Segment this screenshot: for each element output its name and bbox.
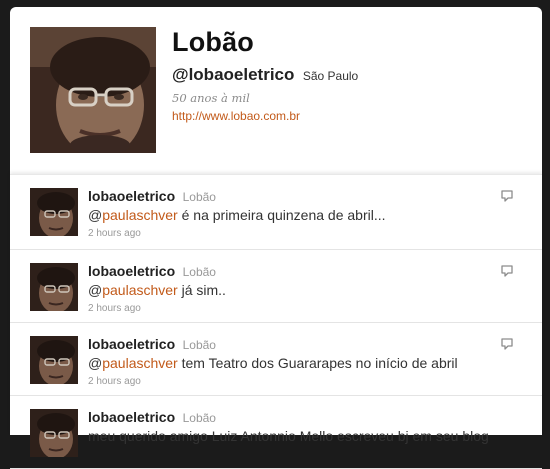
- tweet-fullname: Lobão: [182, 265, 216, 279]
- profile-name: Lobão: [172, 27, 254, 57]
- mention-link[interactable]: paulaschver: [102, 207, 178, 223]
- mention-prefix: @: [88, 355, 103, 371]
- mention-prefix: @: [88, 282, 103, 298]
- tweet-username[interactable]: lobaoeletrico: [88, 188, 175, 204]
- tweet-avatar[interactable]: [30, 336, 78, 384]
- tweet-text: meu querido amigo Luiz Antonnio Mello es…: [88, 427, 502, 445]
- tweet-body: lobaoeletrico Lobão @paulaschver já sim.…: [88, 263, 502, 316]
- tweet-text-content: já sim..: [177, 282, 226, 298]
- mention-link[interactable]: paulaschver: [102, 355, 178, 371]
- tweet-text-content: é na primeira quinzena de abril...: [177, 207, 386, 223]
- tweet-username[interactable]: lobaoeletrico: [88, 409, 175, 425]
- profile-handle-row: @lobaoeletrico São Paulo: [172, 64, 532, 87]
- profile-photo-icon: [30, 188, 78, 236]
- tweet-text: @paulaschver já sim..: [88, 281, 502, 299]
- tweet-timeline: lobaoeletrico Lobão @paulaschver é na pr…: [10, 174, 542, 469]
- tweet-timestamp[interactable]: 2 hours ago: [88, 302, 502, 316]
- tweet-avatar[interactable]: [30, 409, 78, 457]
- profile-photo-icon: [30, 409, 78, 457]
- profile-location: São Paulo: [302, 69, 359, 83]
- tweet-item: lobaoeletrico Lobão meu querido amigo Lu…: [10, 396, 542, 469]
- profile-avatar[interactable]: [30, 27, 156, 153]
- profile-photo-icon: [30, 27, 156, 153]
- tweet-header: lobaoeletrico Lobão: [88, 263, 502, 280]
- tweet-item: lobaoeletrico Lobão @paulaschver já sim.…: [10, 250, 542, 323]
- profile-photo-icon: [30, 263, 78, 311]
- tweet-text-content: meu querido amigo Luiz Antonnio Mello es…: [88, 428, 489, 444]
- tweet-avatar[interactable]: [30, 263, 78, 311]
- mention-link[interactable]: paulaschver: [102, 282, 178, 298]
- tweet-text-content: tem Teatro dos Guararapes no início de a…: [177, 355, 458, 371]
- tweet-fullname: Lobão: [182, 411, 216, 425]
- mention-prefix: @: [88, 207, 103, 223]
- tweet-item: lobaoeletrico Lobão @paulaschver tem Tea…: [10, 323, 542, 396]
- tweet-text: @paulaschver é na primeira quinzena de a…: [88, 206, 502, 224]
- reply-icon[interactable]: [500, 264, 514, 278]
- tweet-timestamp[interactable]: 2 hours ago: [88, 227, 502, 241]
- tweet-header: lobaoeletrico Lobão: [88, 188, 502, 205]
- profile-card: Lobão @lobaoeletrico São Paulo 50 anos à…: [10, 7, 542, 179]
- profile-photo-icon: [30, 336, 78, 384]
- tweet-item: lobaoeletrico Lobão @paulaschver é na pr…: [10, 175, 542, 250]
- tweet-username[interactable]: lobaoeletrico: [88, 263, 175, 279]
- tweet-fullname: Lobão: [182, 338, 216, 352]
- reply-icon[interactable]: [500, 337, 514, 351]
- profile-url-link[interactable]: http://www.lobao.com.br: [172, 108, 300, 124]
- tweet-body: lobaoeletrico Lobão @paulaschver é na pr…: [88, 188, 502, 241]
- tweet-header: lobaoeletrico Lobão: [88, 409, 502, 426]
- reply-icon[interactable]: [500, 189, 514, 203]
- tweet-avatar[interactable]: [30, 188, 78, 236]
- tweet-body: lobaoeletrico Lobão @paulaschver tem Tea…: [88, 336, 502, 389]
- tweet-timestamp[interactable]: 2 hours ago: [88, 375, 502, 389]
- tweet-header: lobaoeletrico Lobão: [88, 336, 502, 353]
- profile-bio: 50 anos à mil: [172, 91, 250, 105]
- tweet-body: lobaoeletrico Lobão meu querido amigo Lu…: [88, 409, 502, 448]
- profile-info: Lobão @lobaoeletrico São Paulo 50 anos à…: [172, 25, 532, 125]
- tweet-fullname: Lobão: [182, 190, 216, 204]
- profile-handle: @lobaoeletrico: [172, 65, 295, 84]
- tweet-text: @paulaschver tem Teatro dos Guararapes n…: [88, 354, 502, 372]
- tweet-username[interactable]: lobaoeletrico: [88, 336, 175, 352]
